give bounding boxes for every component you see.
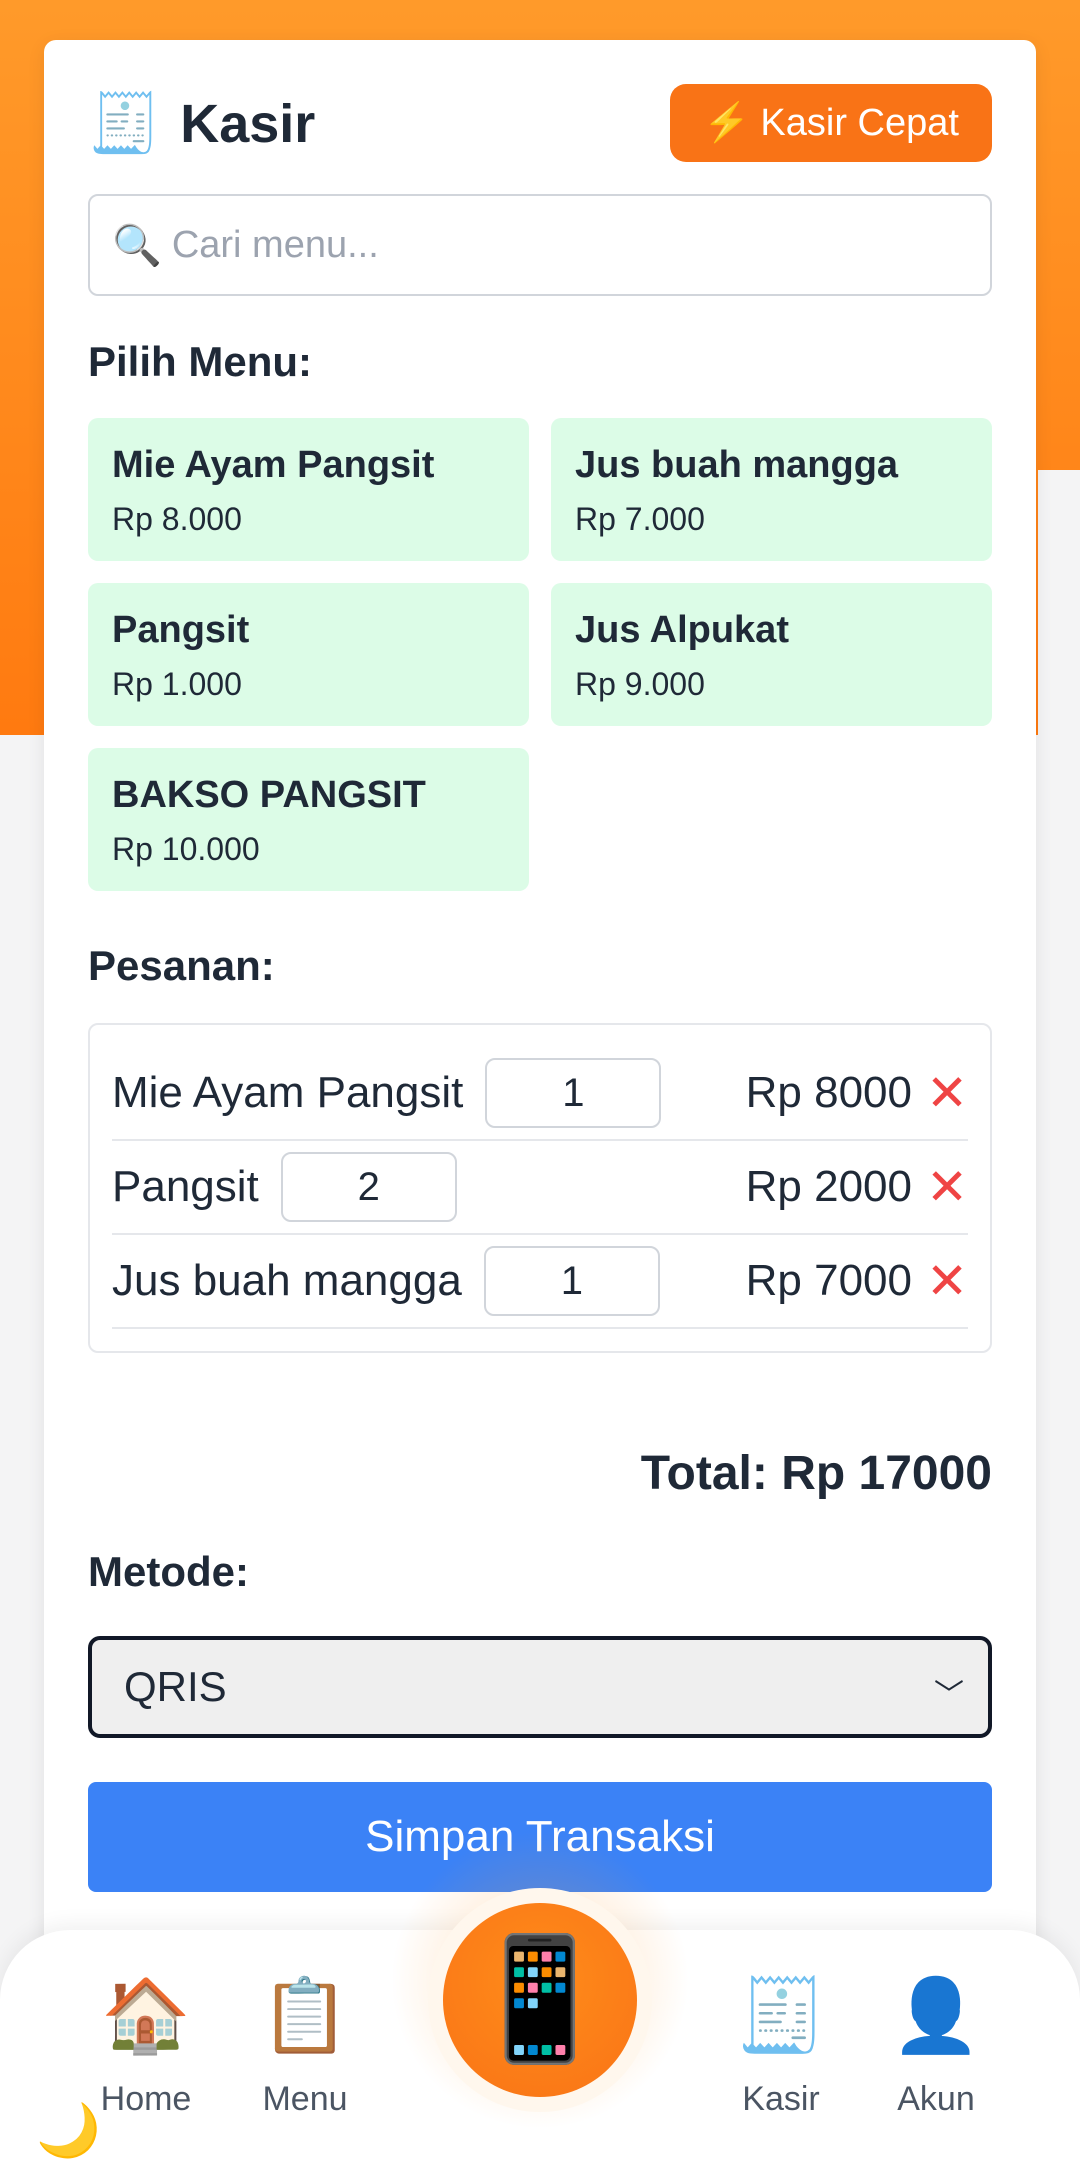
- page-title: Kasir: [180, 94, 316, 154]
- order-row: Pangsit Rp 2000 ✕: [112, 1141, 968, 1235]
- order-row: Jus buah mangga Rp 7000 ✕: [112, 1235, 968, 1329]
- order-item-subtotal: Rp 7000: [745, 1256, 912, 1305]
- menu-item-price: Rp 1.000: [112, 666, 242, 702]
- order-section-label: Pesanan:: [88, 942, 275, 989]
- kasir-card: 🧾 Kasir ⚡ Kasir Cepat 🔍 Pilih Menu: Mie …: [44, 40, 1036, 2070]
- center-action-button[interactable]: 📱: [443, 1903, 637, 2097]
- order-list: Mie Ayam Pangsit Rp 8000 ✕ Pangsit Rp 20…: [88, 1023, 992, 1353]
- menu-item-price: Rp 8.000: [112, 501, 242, 537]
- menu-section-label: Pilih Menu:: [88, 338, 312, 385]
- menu-item-price: Rp 9.000: [575, 666, 705, 702]
- user-icon: 👤: [891, 1976, 981, 2056]
- theme-toggle-moon-icon[interactable]: 🌙: [36, 2105, 101, 2157]
- menu-item-name: Mie Ayam Pangsit: [112, 444, 435, 486]
- nav-label: Menu: [262, 2080, 348, 2118]
- receipt-icon: 🧾: [88, 91, 161, 156]
- nav-label: Akun: [897, 2080, 975, 2118]
- menu-item-name: Pangsit: [112, 609, 250, 651]
- chevron-down-icon: ﹀: [934, 1679, 964, 1712]
- payment-method-label: Metode:: [88, 1548, 249, 1595]
- order-item-name: Mie Ayam Pangsit: [112, 1068, 464, 1117]
- menu-item-name: BAKSO PANGSIT: [112, 774, 426, 816]
- order-item-subtotal: Rp 8000: [745, 1068, 912, 1117]
- menu-item[interactable]: Pangsit Rp 1.000: [88, 583, 529, 726]
- menu-item-name: Jus buah mangga: [575, 444, 899, 486]
- nav-item-menu[interactable]: 📋 Menu: [230, 1980, 380, 2119]
- menu-item-name: Jus Alpukat: [575, 609, 789, 651]
- order-item-name: Pangsit: [112, 1162, 259, 1211]
- remove-icon[interactable]: ✕: [926, 1256, 968, 1306]
- order-item-subtotal: Rp 2000: [745, 1162, 912, 1211]
- order-row: Mie Ayam Pangsit Rp 8000 ✕: [112, 1047, 968, 1141]
- order-total: Total: Rp 17000: [640, 1447, 992, 1500]
- kasir-cepat-button[interactable]: ⚡ Kasir Cepat: [670, 84, 992, 162]
- home-icon: 🏠: [101, 1976, 191, 2056]
- title-wrap: 🧾 Kasir: [88, 84, 315, 164]
- menu-item[interactable]: Mie Ayam Pangsit Rp 8.000: [88, 418, 529, 561]
- search-input[interactable]: [171, 223, 952, 267]
- menu-item-price: Rp 10.000: [112, 831, 260, 867]
- search-icon: 🔍: [112, 223, 162, 268]
- receipt-icon: 🧾: [736, 1976, 826, 2056]
- order-item-name: Jus buah mangga: [112, 1256, 462, 1305]
- kasir-cepat-label: Kasir Cepat: [760, 101, 959, 144]
- remove-icon[interactable]: ✕: [926, 1162, 968, 1212]
- menu-item-price: Rp 7.000: [575, 501, 705, 537]
- quantity-input[interactable]: [485, 1058, 662, 1128]
- mobile-phone-icon: 📱: [465, 1932, 615, 2066]
- menu-item[interactable]: Jus Alpukat Rp 9.000: [551, 583, 992, 726]
- search-box[interactable]: 🔍: [88, 194, 992, 296]
- menu-item[interactable]: BAKSO PANGSIT Rp 10.000: [88, 748, 529, 891]
- nav-item-home[interactable]: 🏠 Home: [71, 1980, 221, 2119]
- fab-ring: 📱: [428, 1888, 652, 2112]
- nav-label: Kasir: [742, 2080, 820, 2118]
- clipboard-icon: 📋: [260, 1976, 350, 2056]
- lightning-icon: ⚡: [703, 102, 751, 144]
- payment-method-value: QRIS: [124, 1663, 227, 1710]
- card-header: 🧾 Kasir ⚡ Kasir Cepat: [88, 84, 992, 164]
- menu-item[interactable]: Jus buah mangga Rp 7.000: [551, 418, 992, 561]
- quantity-input[interactable]: [280, 1152, 457, 1222]
- remove-icon[interactable]: ✕: [926, 1068, 968, 1118]
- quantity-input[interactable]: [483, 1246, 660, 1316]
- nav-item-akun[interactable]: 👤 Akun: [861, 1980, 1011, 2119]
- payment-method-select[interactable]: QRIS ﹀: [88, 1636, 992, 1738]
- nav-item-kasir[interactable]: 🧾 Kasir: [706, 1980, 856, 2119]
